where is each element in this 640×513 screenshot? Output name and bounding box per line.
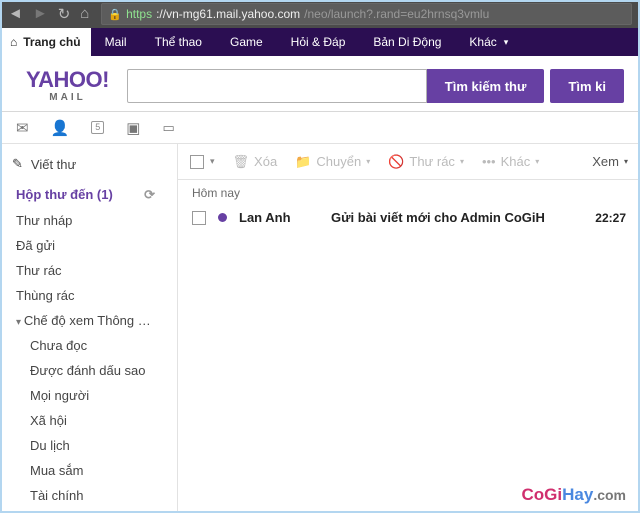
search-web-button[interactable]: Tìm ki — [550, 69, 624, 103]
lock-icon: 🔒 — [108, 8, 122, 21]
folder-folders[interactable]: Thư mục — [4, 508, 173, 513]
sidebar: ✎ Viết thư ⟳ Hộp thư đến (1) Thư nháp Đã… — [0, 144, 178, 513]
forward-icon[interactable]: ► — [33, 5, 48, 23]
smartview-starred[interactable]: Được đánh dấu sao — [4, 358, 173, 383]
site-nav: ⌂ Trang chủ Mail Thể thao Game Hỏi & Đáp… — [0, 28, 640, 56]
nav-label: Thể thao — [155, 35, 202, 49]
smartview-people[interactable]: Mọi người — [4, 383, 173, 408]
trash-icon: 🗑 — [233, 154, 250, 170]
folders: ⟳ Hộp thư đến (1) Thư nháp Đã gửi Thư rá… — [4, 182, 173, 513]
nav-label: Mail — [105, 35, 127, 49]
chevron-down-icon: ▾ — [366, 157, 370, 166]
browser-bar: ◄ ► ↻ ⌂ 🔒 https ://vn-mg61.mail.yahoo.co… — [0, 0, 640, 28]
date-group-header: Hôm nay — [178, 180, 640, 202]
smartview-shopping[interactable]: Mua sắm — [4, 458, 173, 483]
nav-item-sport[interactable]: Thể thao — [141, 28, 216, 56]
search-input[interactable] — [127, 69, 427, 103]
url-proto: https — [126, 7, 152, 21]
brand-part2: Hay — [562, 485, 593, 504]
nav-item-answers[interactable]: Hỏi & Đáp — [277, 28, 360, 56]
nav-label: Bản Di Động — [373, 35, 441, 49]
smartview-finance[interactable]: Tài chính — [4, 483, 173, 508]
toolbar-label: Chuyển — [316, 154, 361, 169]
reload-icon[interactable]: ↻ — [58, 5, 71, 23]
nav-home-label: Trang chủ — [23, 35, 80, 49]
logo[interactable]: YAHOO! MAIL — [26, 69, 109, 103]
spam-icon: 🚫 — [388, 154, 404, 170]
url-path: /neo/launch?.rand=eu2hrnsq3vmlu — [304, 7, 489, 21]
select-all-checkbox[interactable] — [190, 155, 204, 169]
content: ▾ 🗑 Xóa 📁 Chuyển ▾ 🚫 Thư rác ▾ ••• Khác ▾ Xem▾ … — [178, 144, 640, 513]
toolbar: ▾ 🗑 Xóa 📁 Chuyển ▾ 🚫 Thư rác ▾ ••• Khác ▾ Xem ▾ — [178, 144, 640, 180]
compose-button[interactable]: ✎ Viết thư — [4, 152, 173, 182]
row-sender: Lan Anh — [239, 210, 319, 225]
nav-item-game[interactable]: Game — [216, 28, 277, 56]
smartview-social[interactable]: Xã hội — [4, 408, 173, 433]
nav-label: Khác — [469, 35, 496, 49]
chevron-down-icon: ▾ — [624, 157, 628, 166]
brand-part1: CoGi — [522, 485, 563, 504]
message-row[interactable]: Lan Anh Gửi bài viết mới cho Admin CoGiH… — [178, 202, 640, 233]
more-icon: ••• — [482, 154, 496, 169]
home-icon[interactable]: ⌂ — [80, 5, 89, 23]
browser-nav: ◄ ► ↻ ⌂ — [8, 5, 89, 23]
pencil-icon: ✎ — [12, 156, 23, 172]
main: ✎ Viết thư ⟳ Hộp thư đến (1) Thư nháp Đã… — [0, 144, 640, 513]
search-mail-button[interactable]: Tìm kiếm thư — [427, 69, 545, 103]
unread-dot-icon — [218, 213, 227, 222]
chevron-down-icon: ▾ — [460, 157, 464, 166]
smartview-travel[interactable]: Du lịch — [4, 433, 173, 458]
mail-icon[interactable]: ✉ — [16, 119, 29, 137]
spam-button: 🚫 Thư rác ▾ — [388, 154, 464, 170]
folder-trash[interactable]: Thùng rác — [4, 283, 173, 308]
chevron-down-icon: ▾ — [504, 37, 509, 48]
nav-item-mail[interactable]: Mail — [91, 28, 141, 56]
delete-button: 🗑 Xóa — [233, 154, 278, 170]
toolbar-label: Thư rác — [409, 154, 455, 169]
refresh-icon[interactable]: ⟳ — [144, 187, 155, 203]
logo-text: YAHOO — [26, 67, 102, 92]
url-bar[interactable]: 🔒 https ://vn-mg61.mail.yahoo.com /neo/l… — [101, 3, 632, 25]
folder-spam[interactable]: Thư rác — [4, 258, 173, 283]
toolbar-label: Khác — [501, 154, 531, 169]
nav-label: Hỏi & Đáp — [291, 35, 346, 49]
folder-move-icon: 📁 — [295, 154, 311, 170]
more-button: ••• Khác ▾ — [482, 154, 539, 169]
notes-icon[interactable]: ▣ — [126, 119, 140, 137]
nav-home[interactable]: ⌂ Trang chủ — [0, 28, 91, 56]
messenger-icon[interactable]: ▭ — [162, 120, 174, 136]
header: YAHOO! MAIL Tìm kiếm thư Tìm ki — [0, 56, 640, 112]
toolbar-label: Xóa — [254, 154, 277, 169]
back-icon[interactable]: ◄ — [8, 5, 23, 23]
logo-sub: MAIL — [49, 93, 85, 103]
watermark: CoGiHay.com — [522, 485, 626, 505]
contacts-icon[interactable]: 👤 — [51, 119, 70, 137]
folder-smartviews[interactable]: Chế độ xem Thông minh — [4, 308, 173, 333]
smartview-unread[interactable]: Chưa đọc — [4, 333, 173, 358]
view-button[interactable]: Xem ▾ — [592, 154, 628, 169]
search-wrap: Tìm kiếm thư Tìm ki — [127, 69, 624, 103]
move-button: 📁 Chuyển ▾ — [295, 154, 370, 170]
iconbar: ✉ 👤 5 ▣ ▭ — [0, 112, 640, 144]
nav-item-more[interactable]: Khác ▾ — [455, 28, 522, 56]
folder-drafts[interactable]: Thư nháp — [4, 208, 173, 233]
compose-label: Viết thư — [31, 157, 76, 172]
home-glyph-icon: ⌂ — [10, 35, 17, 49]
nav-label: Game — [230, 35, 263, 49]
folder-label: Hộp thư đến (1) — [16, 187, 113, 202]
brand-suffix: .com — [593, 487, 626, 503]
folder-sent[interactable]: Đã gửi — [4, 233, 173, 258]
nav-item-mobile[interactable]: Bản Di Động — [359, 28, 455, 56]
url-host: ://vn-mg61.mail.yahoo.com — [156, 7, 300, 21]
folder-inbox[interactable]: ⟳ Hộp thư đến (1) — [4, 182, 173, 208]
row-checkbox[interactable] — [192, 211, 206, 225]
row-subject: Gửi bài viết mới cho Admin CoGiH — [331, 210, 583, 225]
chevron-down-icon: ▾ — [535, 157, 539, 166]
toolbar-label: Xem — [592, 154, 619, 169]
logo-bang: ! — [102, 67, 109, 92]
chevron-down-icon[interactable]: ▾ — [210, 156, 215, 167]
row-time: 22:27 — [595, 211, 626, 225]
calendar-icon[interactable]: 5 — [91, 121, 104, 134]
